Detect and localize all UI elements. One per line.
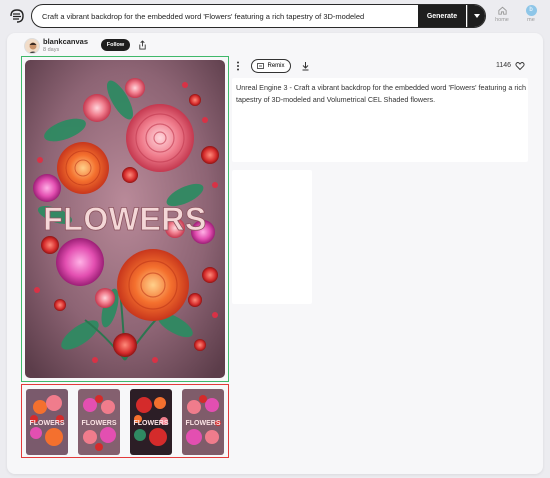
author-name[interactable]: blankcanvas (43, 37, 88, 46)
prompt-description-panel: Unreal Engine 3 - Craft a vibrant backdr… (232, 78, 528, 162)
home-icon (497, 6, 507, 15)
remix-icon (257, 63, 265, 69)
generated-image[interactable]: FLOWERS (25, 60, 225, 378)
chevron-down-icon (474, 14, 480, 18)
prompt-input[interactable] (32, 5, 418, 27)
remix-button[interactable]: Remix (251, 59, 291, 73)
empty-panel (232, 170, 312, 304)
thumbnail-text: FLOWERS (30, 420, 65, 427)
thumbnail-text: FLOWERS (82, 420, 117, 427)
post-age: 8 days (43, 47, 60, 53)
nav-home-label: home (495, 17, 509, 23)
variant-thumbnail[interactable]: FLOWERS (130, 389, 172, 455)
heart-icon[interactable] (515, 61, 525, 71)
artwork-title-text: FLOWERS (43, 201, 206, 237)
avatar-illustration-icon (29, 42, 37, 53)
flowers-artwork: FLOWERS (25, 60, 225, 378)
generate-button[interactable]: Generate (418, 5, 466, 27)
author-row: blankcanvas 8 days Follow (24, 37, 204, 57)
app-logo-icon[interactable] (8, 7, 26, 25)
prompt-description: Unreal Engine 3 - Craft a vibrant backdr… (236, 83, 526, 104)
thumbnail-artwork: FLOWERS (182, 389, 224, 455)
variants-strip: FLOWERS FLOWERS FLOWERS FLOWERS (21, 384, 229, 458)
top-bar: Generate home b me (0, 0, 550, 32)
nav-me-label: me (527, 17, 535, 23)
user-avatar: b (525, 5, 537, 16)
like-count: 1146 (496, 62, 512, 69)
more-options-icon[interactable] (236, 61, 240, 71)
prompt-bar: Generate (31, 4, 486, 28)
download-icon[interactable] (301, 61, 310, 71)
thumbnail-text: FLOWERS (134, 420, 169, 427)
nav-home[interactable]: home (491, 5, 513, 23)
variant-thumbnail[interactable]: FLOWERS (78, 389, 120, 455)
thumbnail-artwork: FLOWERS (130, 389, 172, 455)
share-icon[interactable] (138, 40, 147, 50)
selected-image-frame: FLOWERS (21, 56, 229, 382)
follow-button[interactable]: Follow (101, 39, 130, 51)
variant-thumbnail[interactable]: FLOWERS (26, 389, 68, 455)
variant-thumbnail[interactable]: FLOWERS (182, 389, 224, 455)
generate-options-button[interactable] (467, 5, 485, 27)
thumbnail-artwork: FLOWERS (78, 389, 120, 455)
thumbnail-artwork: FLOWERS (26, 389, 68, 455)
remix-label: Remix (267, 63, 285, 69)
thumbnail-text: FLOWERS (186, 420, 221, 427)
author-avatar[interactable] (24, 38, 40, 54)
nav-me[interactable]: b me (520, 5, 542, 23)
